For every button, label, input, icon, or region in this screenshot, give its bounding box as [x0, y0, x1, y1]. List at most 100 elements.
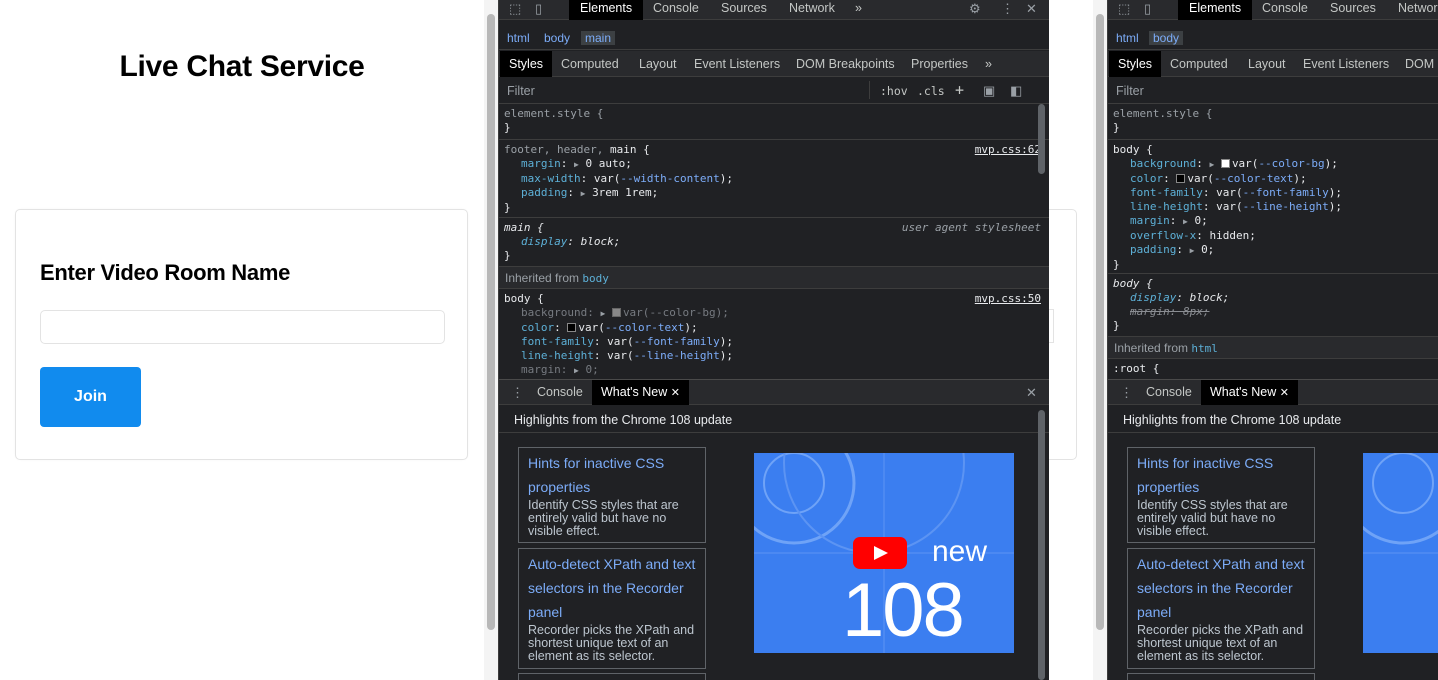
drawer-menu-icon[interactable]: ⋮ [1120, 384, 1133, 401]
more-subtabs-icon[interactable]: » [985, 51, 992, 77]
tab-console[interactable]: Console [1262, 0, 1308, 20]
decl-max-width[interactable]: max-width: var(--width-content); [504, 172, 1044, 186]
decl-color[interactable]: color: var(--color-text); [1113, 172, 1433, 186]
css-var[interactable]: --color-text [1214, 172, 1293, 185]
tab-sources[interactable]: Sources [1330, 0, 1376, 20]
prop-name[interactable]: font-family [521, 335, 594, 348]
drawer-tab-console[interactable]: Console [1146, 380, 1192, 405]
color-swatch[interactable] [611, 308, 621, 317]
highlight-card-partial[interactable] [1127, 673, 1315, 680]
hov-toggle[interactable]: :hov [880, 84, 908, 98]
prop-value[interactable]: var( [1216, 186, 1243, 199]
close-tab-icon[interactable]: ✕ [1280, 387, 1289, 399]
subtab-computed[interactable]: Computed [561, 51, 619, 77]
tab-elements[interactable]: Elements [1178, 0, 1253, 20]
subtab-event-listeners[interactable]: Event Listeners [1303, 51, 1389, 77]
prop-value[interactable]: var( [607, 349, 634, 362]
decl-background[interactable]: background: ▶ var(--color-bg); [1113, 157, 1433, 172]
subtab-styles[interactable]: Styles [1109, 51, 1162, 77]
css-var[interactable]: --color-bg [1258, 157, 1324, 170]
source-link[interactable]: mvp.css:62 [975, 143, 1041, 157]
prop-name[interactable]: color [1130, 172, 1163, 185]
css-var[interactable]: --width-content [620, 172, 719, 185]
subtab-styles[interactable]: Styles [500, 51, 553, 77]
prop-value[interactable]: var( [578, 321, 605, 334]
paint-brush-icon[interactable]: ▣ [983, 82, 995, 99]
color-swatch[interactable] [1176, 174, 1186, 183]
prop-value[interactable]: hidden; [1209, 229, 1255, 242]
close-tab-icon[interactable]: ✕ [671, 387, 680, 399]
prop-name[interactable]: overflow-x [1130, 229, 1196, 242]
decl-padding[interactable]: padding: ▶ 3rem 1rem; [504, 186, 1044, 201]
decl-margin[interactable]: margin: ▶ 0 auto; [504, 157, 1044, 172]
subtab-properties[interactable]: Properties [911, 51, 968, 77]
prop-name[interactable]: background [521, 306, 587, 319]
new-rule-plus-icon[interactable]: + [955, 81, 964, 99]
styles-filter-input[interactable]: Filter [507, 84, 535, 98]
tab-network[interactable]: Network [789, 0, 835, 20]
toggle-sidebar-icon[interactable]: ◧ [1010, 82, 1022, 99]
color-swatch[interactable] [1220, 159, 1230, 168]
close-drawer-icon[interactable]: ✕ [1026, 384, 1037, 401]
styles-scrollbar-thumb[interactable] [1038, 104, 1045, 174]
subtab-layout[interactable]: Layout [1248, 51, 1286, 77]
drawer-menu-icon[interactable]: ⋮ [511, 384, 524, 401]
prop-value[interactable]: 0; [585, 363, 598, 376]
css-var[interactable]: --line-height [1243, 200, 1329, 213]
decl-margin[interactable]: margin: ▶ 0; [504, 363, 1044, 378]
decl-line-height[interactable]: line-height: var(--line-height); [1113, 200, 1433, 214]
prop-name[interactable]: margin [521, 157, 561, 170]
decl-overflow-x[interactable]: overflow-x: hidden; [1113, 229, 1433, 243]
prop-value[interactable]: var( [1187, 172, 1214, 185]
prop-value[interactable]: 0 auto; [585, 157, 631, 170]
join-button[interactable]: Join [40, 367, 141, 427]
css-var[interactable]: --color-text [605, 321, 684, 334]
expand-triangle-icon[interactable]: ▶ [1190, 246, 1195, 255]
tab-sources[interactable]: Sources [721, 0, 767, 20]
prop-name[interactable]: margin [1130, 214, 1170, 227]
device-toolbar-icon[interactable]: ▯ [1144, 0, 1151, 17]
decl-line-height[interactable]: line-height: var(--line-height); [504, 349, 1044, 363]
highlight-title[interactable]: Hints for inactive CSS properties [528, 451, 696, 499]
prop-name[interactable]: line-height [521, 349, 594, 362]
close-devtools-icon[interactable]: ✕ [1026, 0, 1037, 17]
css-var[interactable]: --font-family [634, 335, 720, 348]
settings-gear-icon[interactable]: ⚙ [969, 0, 981, 17]
prop-name[interactable]: background [1130, 157, 1196, 170]
expand-triangle-icon[interactable]: ▶ [600, 309, 605, 318]
subtab-computed[interactable]: Computed [1170, 51, 1228, 77]
decl-font-family[interactable]: font-family: var(--font-family); [504, 335, 1044, 349]
highlight-card[interactable]: Hints for inactive CSS properties Identi… [1127, 447, 1315, 543]
decl-display[interactable]: display: block; [504, 235, 1044, 249]
highlight-card[interactable]: Auto-detect XPath and text selectors in … [1127, 548, 1315, 669]
highlight-card-partial[interactable] [518, 673, 706, 680]
css-var[interactable]: --line-height [634, 349, 720, 362]
breadcrumb-main[interactable]: main [581, 31, 616, 45]
styles-filter-input[interactable]: Filter [1116, 84, 1144, 98]
breadcrumb-body[interactable]: body [544, 31, 570, 45]
chrome-108-video-thumbnail[interactable]: new 108 [754, 453, 1014, 653]
drawer-tab-whats-new[interactable]: What's New ✕ [592, 380, 689, 405]
drawer-tab-whats-new[interactable]: What's New ✕ [1201, 380, 1298, 405]
inherited-element-link[interactable]: html [1191, 342, 1218, 355]
breadcrumb-html[interactable]: html [507, 31, 530, 45]
expand-triangle-icon[interactable]: ▶ [574, 160, 579, 169]
prop-name[interactable]: color [521, 321, 554, 334]
more-tabs-icon[interactable]: » [855, 0, 862, 20]
prop-name[interactable]: font-family [1130, 186, 1203, 199]
prop-name[interactable]: margin [521, 363, 561, 376]
breadcrumb-html[interactable]: html [1116, 31, 1139, 45]
middle-scrollbar-thumb[interactable] [1096, 14, 1104, 630]
prop-value[interactable]: 0; [1201, 243, 1214, 256]
subtab-dom-breakpoints[interactable]: DOM Breakpoints [796, 51, 895, 77]
inherited-element-link[interactable]: body [582, 272, 609, 285]
prop-name[interactable]: display [1130, 291, 1176, 304]
highlight-title[interactable]: Auto-detect XPath and text selectors in … [528, 552, 696, 624]
prop-value[interactable]: var( [1216, 200, 1243, 213]
prop-name[interactable]: padding [1130, 243, 1176, 256]
prop-value[interactable]: block; [1190, 291, 1230, 304]
color-swatch[interactable] [567, 323, 577, 332]
more-menu-icon[interactable]: ⋮ [1001, 0, 1014, 17]
tab-network[interactable]: Networ [1398, 0, 1438, 20]
expand-triangle-icon[interactable]: ▶ [1209, 160, 1214, 169]
